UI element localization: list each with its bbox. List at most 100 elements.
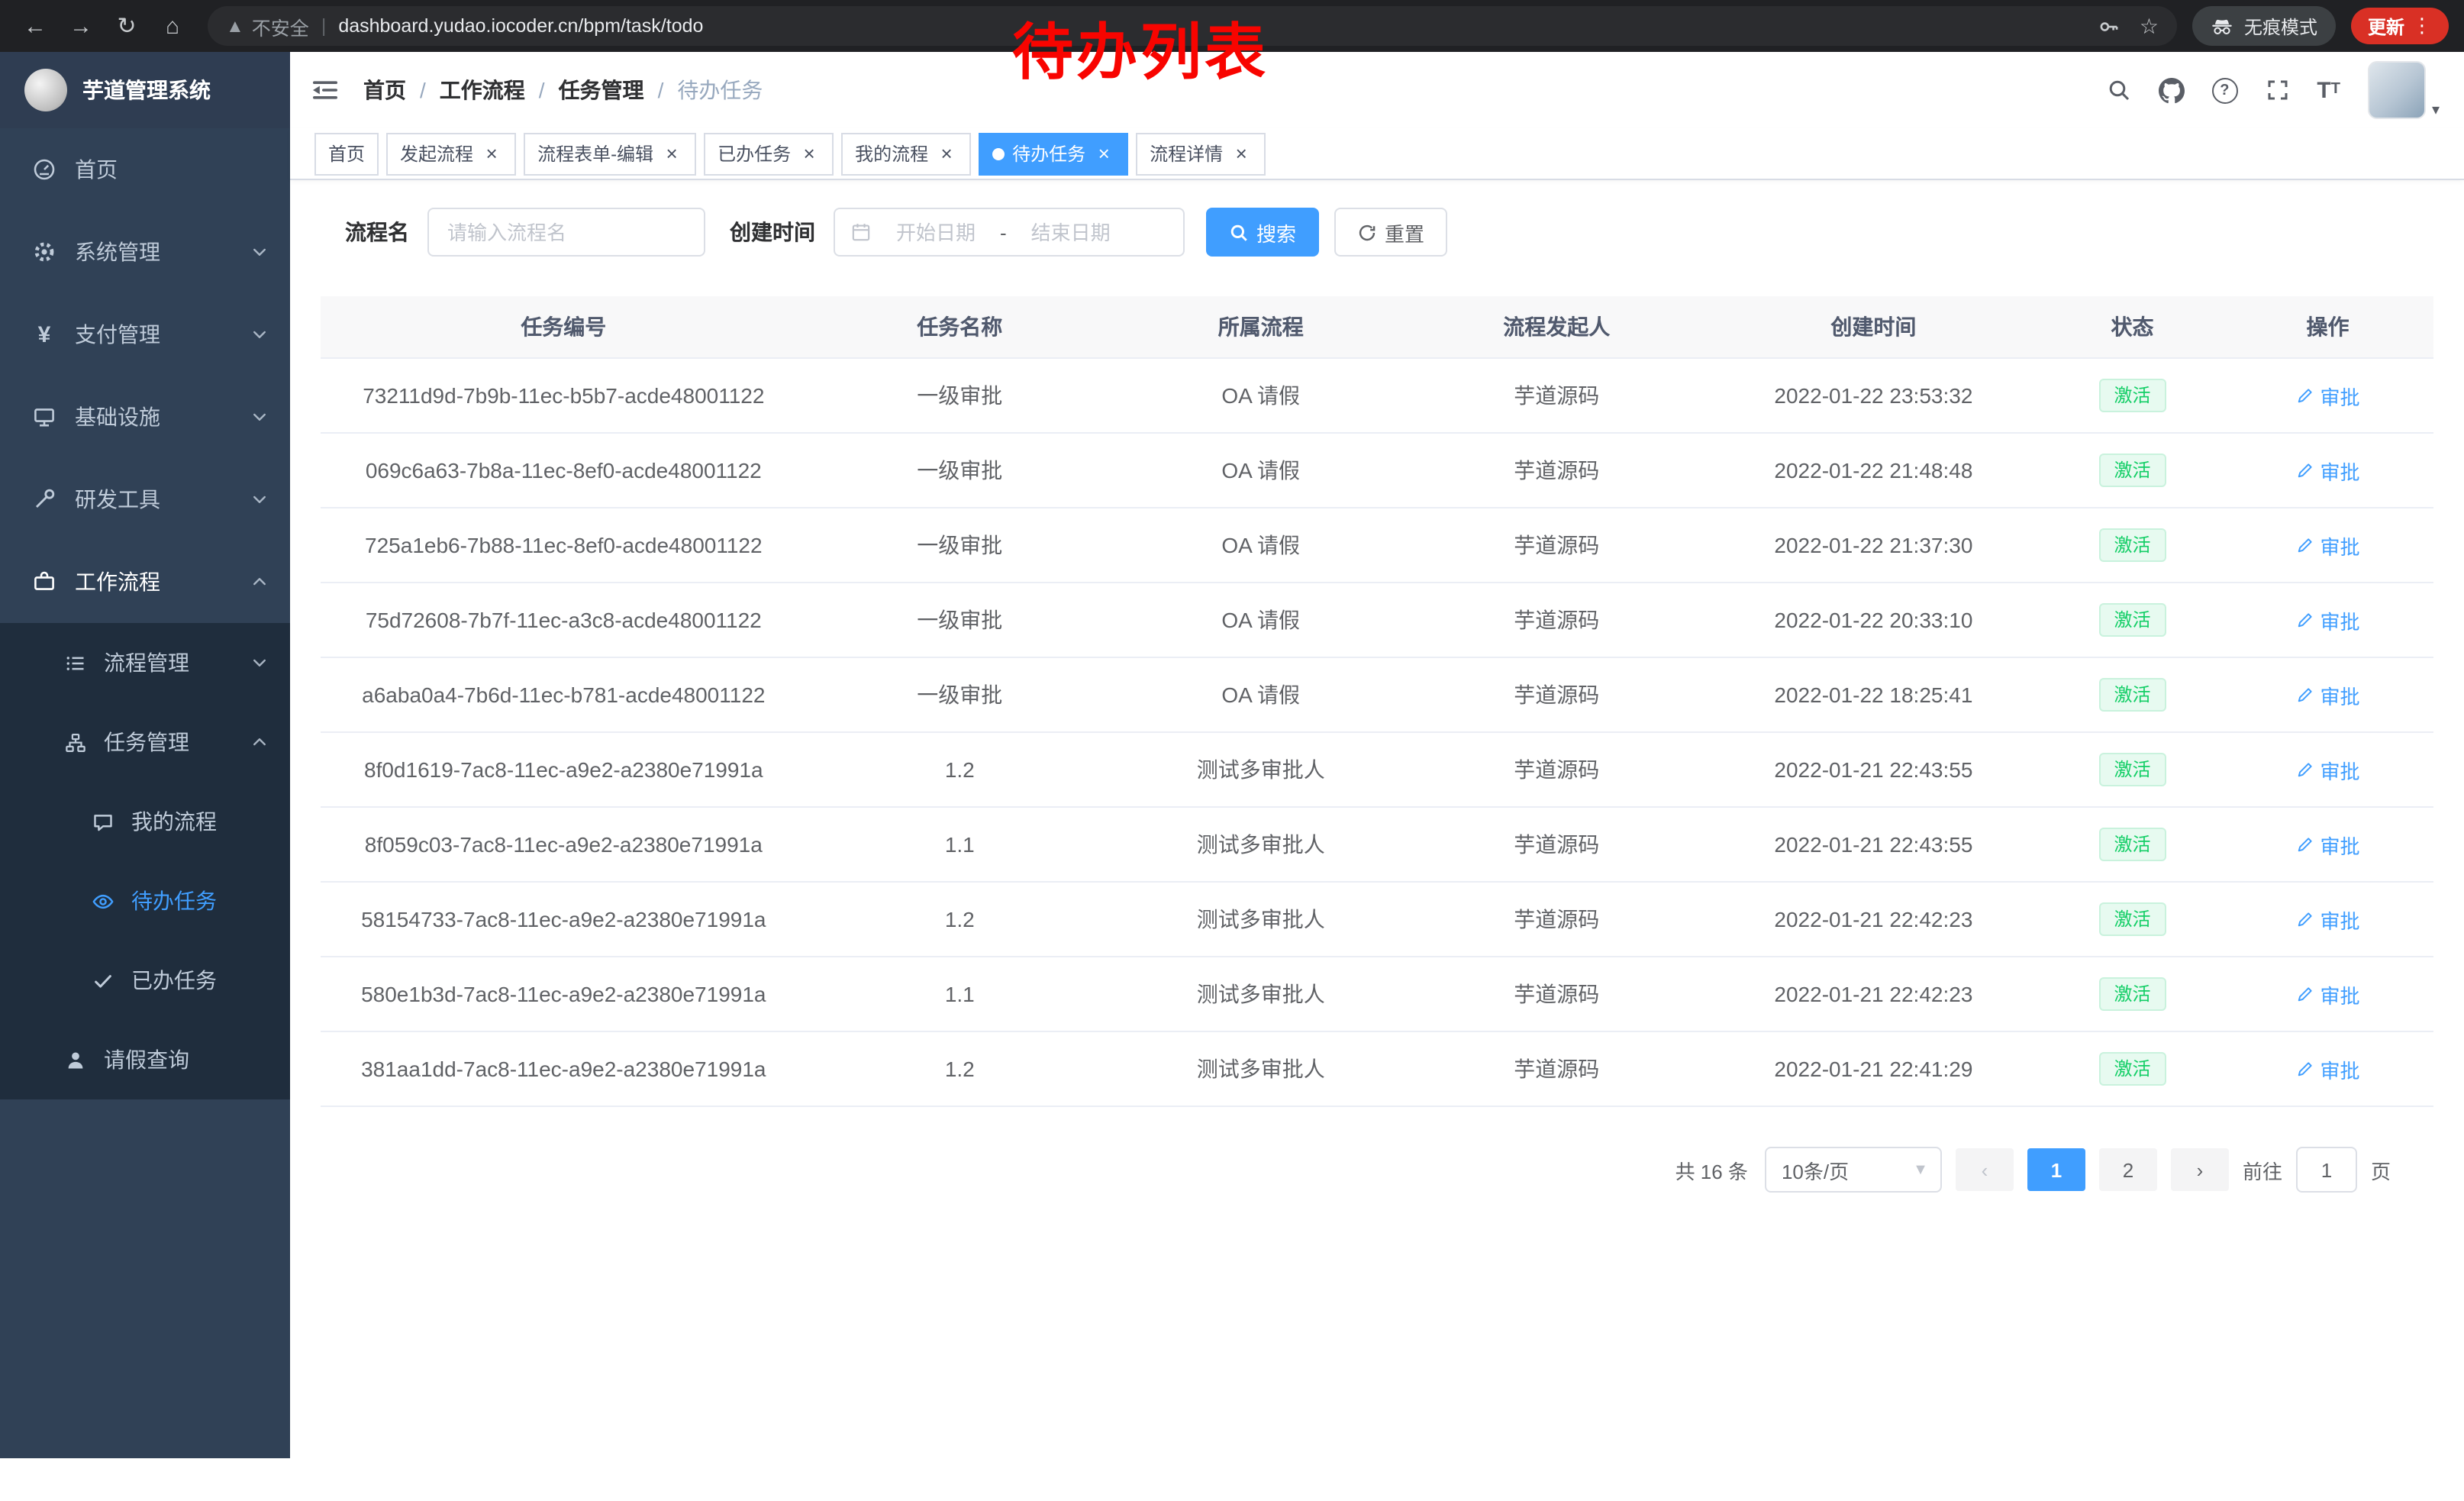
org-chart-icon <box>61 731 89 754</box>
approve-link[interactable]: 审批 <box>2296 1054 2360 1083</box>
reload-icon[interactable]: ↻ <box>107 6 147 46</box>
browser-chrome: ← → ↻ ⌂ ▲ 不安全 | dashboard.yudao.iocoder.… <box>0 0 2464 52</box>
goto-page-input[interactable] <box>2296 1147 2357 1193</box>
sidebar-item-task-mgmt[interactable]: 任务管理 <box>0 702 290 782</box>
breadcrumb-workflow[interactable]: 工作流程 <box>440 75 525 105</box>
home-icon[interactable]: ⌂ <box>153 6 192 46</box>
cell-starter: 芋道源码 <box>1408 657 1704 732</box>
breadcrumb-task-mgmt[interactable]: 任务管理 <box>559 75 644 105</box>
forward-icon[interactable]: → <box>61 6 101 46</box>
sidebar-item-todo-task[interactable]: 待办任务 <box>0 861 290 941</box>
prev-page-button[interactable]: ‹ <box>1956 1148 2014 1191</box>
user-menu[interactable]: ▾ <box>2368 61 2440 119</box>
tab-done-task[interactable]: 已办任务× <box>704 132 834 175</box>
password-key-icon[interactable] <box>2098 15 2121 37</box>
help-icon[interactable]: ? <box>2211 77 2237 103</box>
gear-icon <box>31 240 58 264</box>
page-size-select[interactable]: 10条/页 ▼ <box>1765 1147 1942 1193</box>
approve-link[interactable]: 审批 <box>2296 755 2360 784</box>
back-icon[interactable]: ← <box>15 6 55 46</box>
sidebar-item-my-process[interactable]: 我的流程 <box>0 782 290 861</box>
sidebar-item-done-task[interactable]: 已办任务 <box>0 941 290 1020</box>
cell-starter: 芋道源码 <box>1408 807 1704 882</box>
sidebar-item-payment[interactable]: ¥ 支付管理 <box>0 293 290 376</box>
next-page-button[interactable]: › <box>2171 1148 2229 1191</box>
edit-pencil-icon <box>2296 760 2314 779</box>
sidebar-item-devtools[interactable]: 研发工具 <box>0 458 290 541</box>
sidebar-item-workflow[interactable]: 工作流程 <box>0 541 290 623</box>
date-separator: - <box>1000 221 1007 244</box>
search-icon <box>1229 222 1249 242</box>
app-title: 芋道管理系统 <box>82 75 211 105</box>
sidebar-item-leave-query[interactable]: 请假查询 <box>0 1020 290 1099</box>
cell-task-id: 8f0d1619-7ac8-11ec-a9e2-a2380e71991a <box>321 732 807 807</box>
col-status: 状态 <box>2043 296 2222 358</box>
tab-close-icon[interactable]: × <box>1093 143 1114 164</box>
sidebar-item-home[interactable]: 首页 <box>0 128 290 211</box>
address-bar[interactable]: ▲ 不安全 | dashboard.yudao.iocoder.cn/bpm/t… <box>208 6 2177 46</box>
tab-close-icon[interactable]: × <box>661 143 682 164</box>
approve-link[interactable]: 审批 <box>2296 905 2360 934</box>
calendar-icon <box>850 221 872 243</box>
app-logo[interactable]: 芋道管理系统 <box>0 52 290 128</box>
col-starter: 流程发起人 <box>1408 296 1704 358</box>
font-size-icon[interactable]: TT <box>2317 79 2340 102</box>
table-row: 73211d9d-7b9b-11ec-b5b7-acde48001122 一级审… <box>321 358 2433 433</box>
search-button[interactable]: 搜索 <box>1206 208 1319 257</box>
approve-link[interactable]: 审批 <box>2296 680 2360 709</box>
cell-starter: 芋道源码 <box>1408 957 1704 1031</box>
cell-process: OA 请假 <box>1113 433 1409 508</box>
approve-link[interactable]: 审批 <box>2296 605 2360 634</box>
cell-task-name: 1.1 <box>807 807 1113 882</box>
sidebar-item-system[interactable]: 系统管理 <box>0 211 290 293</box>
tab-process-detail[interactable]: 流程详情× <box>1136 132 1266 175</box>
tab-my-process[interactable]: 我的流程× <box>841 132 971 175</box>
cell-create-time: 2022-01-22 20:33:10 <box>1704 583 2043 657</box>
date-range-picker[interactable]: - <box>834 208 1185 257</box>
sidebar-item-process-mgmt[interactable]: 流程管理 <box>0 623 290 702</box>
create-time-label: 创建时间 <box>730 217 815 247</box>
tab-start-process[interactable]: 发起流程× <box>386 132 516 175</box>
edit-pencil-icon <box>2296 910 2314 928</box>
tab-close-icon[interactable]: × <box>481 143 502 164</box>
chevron-up-icon <box>250 733 269 751</box>
col-process: 所属流程 <box>1113 296 1409 358</box>
cell-task-id: 381aa1dd-7ac8-11ec-a9e2-a2380e71991a <box>321 1031 807 1106</box>
breadcrumb-home[interactable]: 首页 <box>363 75 406 105</box>
search-icon[interactable] <box>2106 78 2130 102</box>
approve-link[interactable]: 审批 <box>2296 456 2360 485</box>
fullscreen-icon[interactable] <box>2265 78 2289 102</box>
approve-link[interactable]: 审批 <box>2296 980 2360 1009</box>
bookmark-star-icon[interactable]: ☆ <box>2140 13 2159 39</box>
tab-close-icon[interactable]: × <box>1230 143 1252 164</box>
avatar[interactable] <box>2368 61 2426 119</box>
page-button-1[interactable]: 1 <box>2027 1148 2085 1191</box>
tab-close-icon[interactable]: × <box>936 143 957 164</box>
github-icon[interactable] <box>2158 77 2184 103</box>
process-name-input[interactable] <box>427 208 705 257</box>
approve-link[interactable]: 审批 <box>2296 830 2360 859</box>
tab-todo-task[interactable]: 待办任务× <box>979 132 1128 175</box>
tab-form-edit[interactable]: 流程表单-编辑× <box>524 132 696 175</box>
incognito-label: 无痕模式 <box>2244 13 2317 39</box>
sidebar-collapse-icon[interactable] <box>311 76 339 104</box>
edit-pencil-icon <box>2296 835 2314 854</box>
tab-close-icon[interactable]: × <box>798 143 820 164</box>
tab-home[interactable]: 首页× <box>314 132 379 175</box>
menu-dots-icon[interactable]: ⋮ <box>2412 14 2432 38</box>
approve-link[interactable]: 审批 <box>2296 381 2360 410</box>
sidebar-item-infra[interactable]: 基础设施 <box>0 376 290 458</box>
cell-task-name: 一级审批 <box>807 358 1113 433</box>
edit-pencil-icon <box>2296 536 2314 554</box>
yen-icon: ¥ <box>31 323 58 346</box>
cell-task-name: 一级审批 <box>807 508 1113 583</box>
cell-task-name: 1.2 <box>807 1031 1113 1106</box>
page-button-2[interactable]: 2 <box>2099 1148 2157 1191</box>
update-button[interactable]: 更新 ⋮ <box>2351 8 2449 44</box>
reset-button[interactable]: 重置 <box>1334 208 1447 257</box>
end-date-input[interactable] <box>1013 219 1129 245</box>
start-date-input[interactable] <box>878 219 994 245</box>
col-task-name: 任务名称 <box>807 296 1113 358</box>
approve-link[interactable]: 审批 <box>2296 531 2360 560</box>
cell-process: OA 请假 <box>1113 508 1409 583</box>
